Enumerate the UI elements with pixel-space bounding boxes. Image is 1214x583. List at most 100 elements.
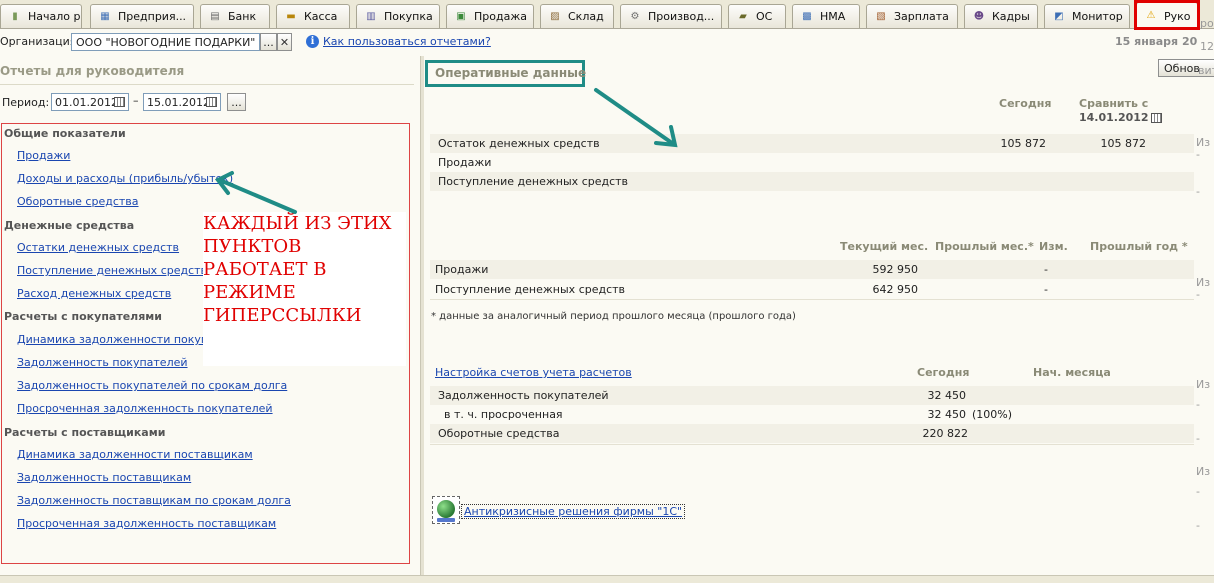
link-income-expenses[interactable]: Доходы и расходы (прибыль/убыток) — [17, 172, 233, 185]
row-sales: Продажи — [438, 156, 492, 169]
value-today[interactable]: 220 822 — [888, 427, 969, 440]
link-customer-overdue-debt[interactable]: Просроченная задолженность покупателей — [17, 402, 273, 415]
period-end-input[interactable]: 15.01.2012 — [143, 93, 221, 111]
tab-fixed-assets[interactable]: ▰ ОС — [728, 4, 786, 28]
col-today: Сегодня — [999, 97, 1052, 110]
cash-icon: ▬ — [286, 10, 296, 22]
tab-personnel[interactable]: ☻ Кадры — [964, 4, 1038, 28]
annotation-line: РЕЖИМЕ — [203, 282, 296, 303]
help-link[interactable]: Как пользоваться отчетами? — [323, 35, 491, 48]
salary-icon: ▧ — [876, 10, 886, 22]
link-sales[interactable]: Продажи — [17, 149, 70, 162]
calendar-icon[interactable] — [1151, 113, 1162, 123]
section-suppliers: Расчеты с поставщиками — [4, 426, 166, 439]
tab-label: Банк — [228, 10, 257, 23]
section-tab-bar: ▮ Начало р... ▦ Предприя... ▤ Банк ▬ Кас… — [0, 0, 1214, 30]
intangible-assets-icon: ▩ — [802, 10, 812, 22]
tab-label: Покупка — [384, 10, 433, 23]
organization-input[interactable]: ООО "НОВОГОДНИЕ ПОДАРКИ" — [71, 33, 260, 51]
period-start-value: 01.01.2012 — [55, 96, 118, 109]
tab-monitor[interactable]: ◩ Монитор — [1044, 4, 1130, 28]
edge-dash: - — [1196, 485, 1200, 498]
value-today[interactable]: 105 872 — [966, 137, 1047, 150]
settings-accounts-link[interactable]: Настройка счетов учета расчетов — [435, 366, 632, 379]
tab-label: Руко — [1164, 9, 1191, 23]
row-current-assets: Оборотные средства — [438, 427, 560, 440]
organization-select-button[interactable]: ... — [260, 33, 277, 51]
annotation-line: РАБОТАЕТ В — [203, 259, 327, 280]
value-current-month[interactable]: 592 950 — [838, 263, 919, 276]
row-customer-debt: Задолженность покупателей — [438, 389, 609, 402]
period-select-button[interactable]: ... — [227, 93, 246, 111]
link-customer-debt[interactable]: Задолженность покупателей — [17, 356, 188, 369]
compare-date[interactable]: 14.01.2012 — [1079, 111, 1149, 124]
col-month-start: Нач. месяца — [1033, 366, 1111, 379]
tab-label: Производ... — [648, 10, 715, 23]
value-today[interactable]: 32 450 — [886, 389, 967, 402]
calendar-icon[interactable] — [114, 97, 125, 107]
link-customer-debt-by-term[interactable]: Задолженность покупателей по срокам долг… — [17, 379, 287, 392]
tab-salary[interactable]: ▧ Зарплата — [866, 4, 958, 28]
edge-dash: - — [1196, 148, 1200, 161]
tab-start[interactable]: ▮ Начало р... — [0, 4, 82, 28]
monitor-icon: ◩ — [1054, 10, 1064, 22]
organization-clear-button[interactable]: ✕ — [277, 33, 292, 51]
annotation-note: КАЖДЫЙ ИЗ ЭТИХ ПУНКТОВ РАБОТАЕТ В РЕЖИМЕ… — [203, 212, 406, 366]
anti-crisis-link[interactable]: Антикризисные решения фирмы "1С" — [461, 504, 686, 519]
section-customers: Расчеты с покупателями — [4, 310, 162, 323]
period-dash: – — [133, 94, 139, 107]
period-start-input[interactable]: 01.01.2012 — [51, 93, 129, 111]
tab-intangible-assets[interactable]: ▩ НМА — [792, 4, 860, 28]
col-change: Изм. — [1039, 240, 1068, 253]
link-cash-balance[interactable]: Остатки денежных средств — [17, 241, 179, 254]
link-supplier-debt[interactable]: Задолженность поставщикам — [17, 471, 191, 484]
tab-warehouse[interactable]: ▨ Склад — [540, 4, 614, 28]
status-bar — [0, 575, 1214, 583]
link-cash-inflow[interactable]: Поступление денежных средств — [17, 264, 207, 277]
tab-bank[interactable]: ▤ Банк — [200, 4, 270, 28]
edge-col-head: Из — [1196, 465, 1211, 478]
anti-crisis-icon-button[interactable] — [432, 496, 460, 524]
organization-row: Организация: ООО "НОВОГОДНИЕ ПОДАРКИ" ..… — [0, 31, 1214, 53]
edge-dash: - — [1196, 185, 1200, 198]
tab-purchase[interactable]: ▥ Покупка — [356, 4, 440, 28]
col-previous-year: Прошлый год * — [1090, 240, 1188, 253]
purchase-icon: ▥ — [366, 10, 376, 22]
edge-dash: - — [1196, 398, 1200, 411]
value-change: - — [1044, 263, 1048, 276]
tab-label: ОС — [756, 10, 773, 23]
tab-manager[interactable]: ⚠ Руко — [1136, 2, 1198, 29]
calendar-icon[interactable] — [206, 97, 217, 107]
row-cash-inflow: Поступление денежных средств — [435, 283, 626, 296]
link-supplier-debt-dynamics[interactable]: Динамика задолженности поставщикам — [17, 448, 253, 461]
period-end-value: 15.01.2012 — [147, 96, 210, 109]
tab-label: Начало р... — [28, 10, 81, 23]
tab-enterprise[interactable]: ▦ Предприя... — [90, 4, 194, 28]
link-supplier-debt-by-term[interactable]: Задолженность поставщикам по срокам долг… — [17, 494, 291, 507]
col-previous-month: Прошлый мес.* — [935, 240, 1034, 253]
link-cash-outflow[interactable]: Расход денежных средств — [17, 287, 171, 300]
col-today: Сегодня — [917, 366, 970, 379]
row-cash-inflow: Поступление денежных средств — [438, 175, 629, 188]
tab-label: Кадры — [992, 10, 1030, 23]
value-overdue-percent: (100%) — [972, 408, 1013, 421]
edge-text: вит — [1198, 64, 1214, 77]
personnel-icon: ☻ — [973, 10, 985, 22]
link-current-assets[interactable]: Оборотные средства — [17, 195, 139, 208]
tab-cash[interactable]: ▬ Касса — [276, 4, 350, 28]
left-pane-title: Отчеты для руководителя — [0, 64, 185, 78]
tab-sale[interactable]: ▣ Продажа — [446, 4, 534, 28]
value-current-month[interactable]: 642 950 — [838, 283, 919, 296]
production-icon: ⚙ — [630, 10, 640, 22]
tab-production[interactable]: ⚙ Производ... — [620, 4, 722, 28]
link-supplier-overdue-debt[interactable]: Просроченная задолженность поставщикам — [17, 517, 276, 530]
value-compare[interactable]: 105 872 — [1066, 137, 1147, 150]
pane-splitter[interactable] — [420, 56, 424, 576]
sale-icon: ▣ — [456, 10, 466, 22]
divider — [430, 299, 1194, 300]
value-today[interactable]: 32 450 — [886, 408, 967, 421]
tab-label: Продажа — [474, 10, 527, 23]
row-sales: Продажи — [435, 263, 489, 276]
footnote: * данные за аналогичный период прошлого … — [431, 311, 796, 322]
divider — [430, 444, 1194, 445]
